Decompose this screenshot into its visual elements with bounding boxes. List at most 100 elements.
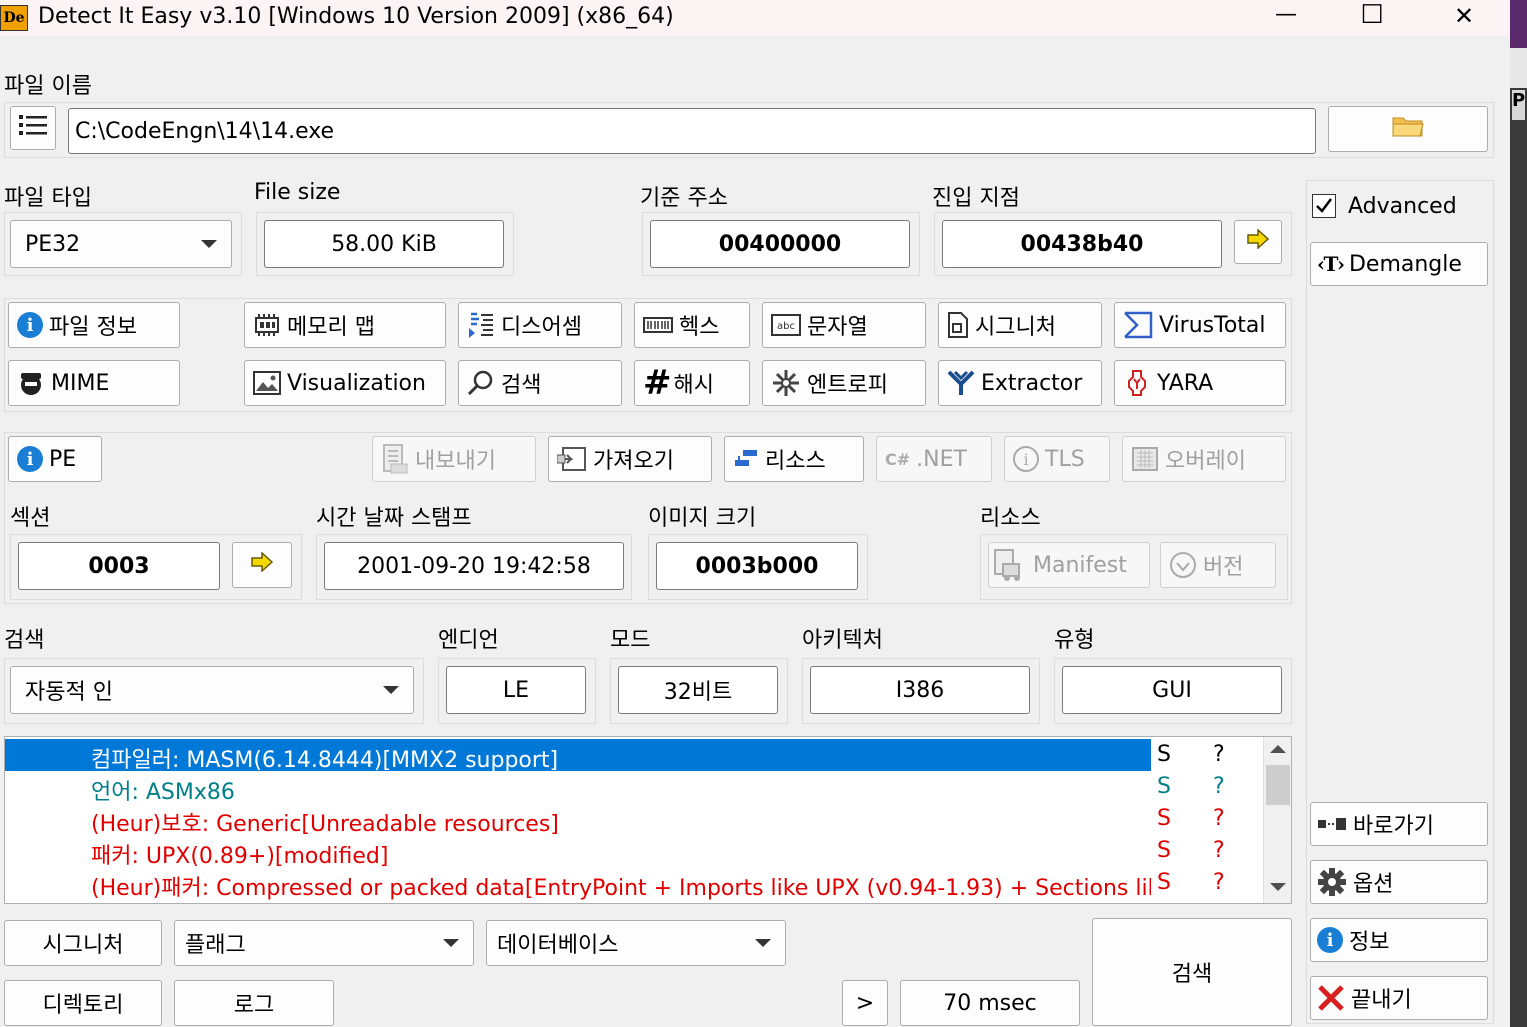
overlay-button[interactable]: 오버레이: [1122, 436, 1286, 482]
directory-button[interactable]: 디렉토리: [4, 980, 162, 1026]
result-info-flag[interactable]: ?: [1213, 742, 1225, 767]
file-name-label: 파일 이름: [4, 74, 92, 99]
background-window-edge: P: [1510, 0, 1527, 1027]
sections-go-button[interactable]: [232, 542, 292, 588]
result-signature-flag[interactable]: S: [1157, 870, 1171, 895]
result-info-flag[interactable]: ?: [1213, 806, 1225, 831]
import-button[interactable]: 가져오기: [548, 436, 712, 482]
result-signature-flag[interactable]: S: [1157, 838, 1171, 863]
resources-button[interactable]: 리소스: [724, 436, 864, 482]
file-size-label: File size: [254, 180, 341, 205]
result-signature-flag[interactable]: S: [1157, 774, 1171, 799]
hash-icon: #: [643, 363, 672, 403]
result-text: 컴파일러: MASM(6.14.8444)[MMX2 support]: [91, 748, 559, 773]
result-text: (Heur)보호: Generic[Unreadable resources]: [91, 812, 559, 837]
log-button[interactable]: 로그: [174, 980, 334, 1026]
extractor-button[interactable]: Extractor: [938, 360, 1102, 406]
file-path-input[interactable]: C:\CodeEngn\14\14.exe: [68, 108, 1316, 154]
shortcut-button[interactable]: 바로가기: [1310, 802, 1488, 846]
version-button[interactable]: 버전: [1160, 542, 1276, 588]
scroll-thumb[interactable]: [1266, 765, 1290, 805]
hash-button[interactable]: # 해시: [634, 360, 750, 406]
advanced-checkbox[interactable]: [1312, 194, 1336, 218]
more-button[interactable]: >: [842, 980, 888, 1026]
type-value: GUI: [1062, 666, 1282, 714]
result-signature-flag[interactable]: S: [1157, 806, 1171, 831]
result-row[interactable]: (Heur)보호: Generic[Unreadable resources] S…: [5, 803, 1263, 837]
manifest-button[interactable]: Manifest: [988, 542, 1150, 588]
scan-label: 검색: [4, 628, 45, 653]
virustotal-button[interactable]: VirusTotal: [1114, 302, 1286, 348]
gear-icon: [1317, 867, 1347, 897]
scan-button[interactable]: 검색: [1092, 918, 1292, 1026]
base-address-value: 00400000: [650, 220, 910, 268]
virustotal-icon: [1123, 311, 1153, 339]
close-button[interactable]: ✕: [1446, 2, 1482, 30]
disasm-button[interactable]: 디스어셈: [458, 302, 622, 348]
open-file-button[interactable]: [1328, 106, 1488, 152]
strings-icon: abc: [771, 314, 801, 336]
visualization-button[interactable]: Visualization: [244, 360, 446, 406]
memory-chip-icon: [253, 314, 281, 336]
flags-select[interactable]: 플래그: [174, 920, 474, 966]
mime-button[interactable]: MIME: [8, 360, 180, 406]
entropy-button[interactable]: 엔트로피: [762, 360, 926, 406]
result-info-flag[interactable]: ?: [1213, 838, 1225, 863]
scroll-up-arrow[interactable]: [1270, 745, 1286, 753]
info-outline-icon: i: [1013, 446, 1039, 472]
file-list-button[interactable]: [10, 106, 56, 150]
scroll-down-arrow[interactable]: [1270, 883, 1286, 891]
tls-button[interactable]: i TLS: [1004, 436, 1110, 482]
yara-button[interactable]: YARA: [1114, 360, 1286, 406]
file-type-label: 파일 타입: [4, 186, 92, 211]
result-row[interactable]: 언어: ASMx86 S?: [5, 771, 1263, 805]
results-scrollbar[interactable]: [1263, 737, 1291, 903]
result-text: 언어: ASMx86: [91, 780, 235, 805]
window-title: Detect It Easy v3.10 [Windows 10 Version…: [38, 4, 674, 29]
database-select[interactable]: 데이터베이스: [486, 920, 786, 966]
pe-button[interactable]: i PE: [8, 436, 102, 482]
strings-button[interactable]: abc 문자열: [762, 302, 926, 348]
maximize-button[interactable]: ☐: [1354, 0, 1390, 30]
image-icon: [253, 371, 281, 395]
signature-button[interactable]: 시그니처: [938, 302, 1102, 348]
file-info-button[interactable]: i 파일 정보: [8, 302, 180, 348]
result-row[interactable]: 패커: UPX(0.89+)[modified] S?: [5, 835, 1263, 869]
entropy-icon: [771, 368, 801, 398]
result-info-flag[interactable]: ?: [1213, 870, 1225, 895]
app-logo: De: [0, 5, 28, 31]
yara-icon: [1123, 369, 1151, 397]
endian-value: LE: [446, 666, 586, 714]
entry-point-go-button[interactable]: [1234, 220, 1282, 264]
entry-point-label: 진입 지점: [932, 186, 1020, 211]
type-label: 유형: [1054, 628, 1095, 653]
extractor-icon: [947, 370, 975, 396]
hex-button[interactable]: 헥스: [634, 302, 750, 348]
result-row[interactable]: (Heur)패커: Compressed or packed data[Entr…: [5, 867, 1263, 901]
exit-button[interactable]: 끝내기: [1310, 976, 1488, 1020]
result-info-flag[interactable]: ?: [1213, 774, 1225, 799]
dotnet-button[interactable]: C# .NET: [876, 436, 992, 482]
about-button[interactable]: i 정보: [1310, 918, 1488, 962]
base-address-label: 기준 주소: [640, 186, 728, 211]
result-row[interactable]: 컴파일러: MASM(6.14.8444)[MMX2 support] S?: [5, 739, 1263, 773]
timestamp-label: 시간 날짜 스탬프: [316, 506, 472, 531]
demangle-button[interactable]: ‹T› Demangle: [1310, 242, 1488, 286]
advanced-label[interactable]: Advanced: [1348, 194, 1457, 219]
export-button[interactable]: 내보내기: [372, 436, 536, 482]
title-bar: De Detect It Easy v3.10 [Windows 10 Vers…: [0, 0, 1510, 36]
file-type-select[interactable]: PE32: [10, 220, 232, 268]
results-list[interactable]: 컴파일러: MASM(6.14.8444)[MMX2 support] S? 언어:…: [4, 736, 1292, 904]
options-button[interactable]: 옵션: [1310, 860, 1488, 904]
minimize-button[interactable]: —: [1268, 2, 1304, 27]
result-signature-flag[interactable]: S: [1157, 742, 1171, 767]
folder-icon: [1392, 114, 1424, 144]
arrow-right-icon: [1246, 228, 1270, 255]
signatures-button[interactable]: 시그니처: [4, 920, 162, 966]
search-button[interactable]: 검색: [458, 360, 622, 406]
export-icon: [381, 444, 409, 474]
memory-map-button[interactable]: 메모리 맵: [244, 302, 446, 348]
resources-icon: [733, 448, 759, 470]
scan-mode-select[interactable]: 자동적 인: [10, 666, 414, 714]
image-size-label: 이미지 크기: [648, 506, 757, 531]
